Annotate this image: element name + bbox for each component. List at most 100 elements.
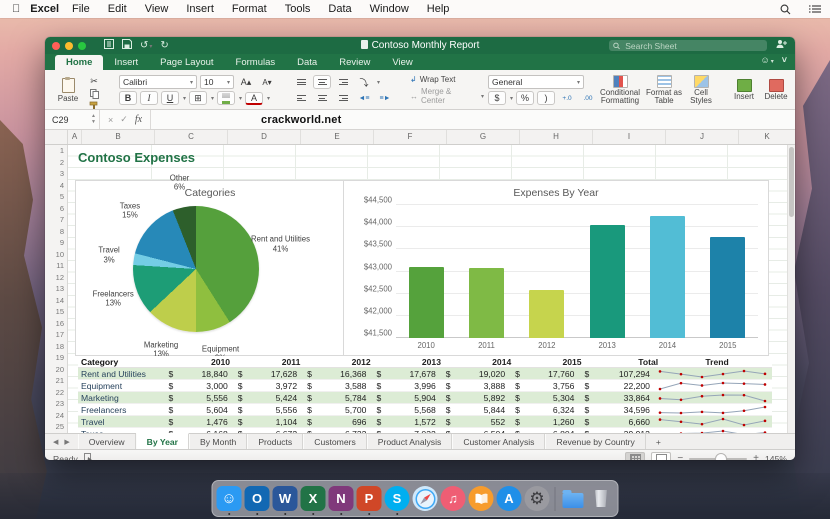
- fill-color-button[interactable]: [217, 91, 236, 105]
- dock-trash-icon[interactable]: [589, 486, 614, 511]
- row-header-16[interactable]: 16: [45, 318, 67, 330]
- insert-cells-button[interactable]: Insert: [728, 78, 760, 101]
- save-icon[interactable]: [122, 39, 132, 52]
- collapse-ribbon-icon[interactable]: ˅: [782, 55, 787, 65]
- insert-function-icon[interactable]: fx: [135, 114, 142, 125]
- dock-app-store-icon[interactable]: A: [496, 486, 522, 511]
- accounting-format-button[interactable]: $: [488, 91, 506, 105]
- ribbon-tab-insert[interactable]: Insert: [103, 55, 149, 70]
- column-header-A[interactable]: A: [68, 130, 82, 144]
- bold-button[interactable]: B: [119, 91, 137, 105]
- undo-button[interactable]: ↺▾: [140, 40, 152, 51]
- align-bottom-icon[interactable]: [334, 75, 352, 89]
- menu-item-window[interactable]: Window: [361, 3, 418, 15]
- delete-cells-button[interactable]: Delete: [760, 78, 792, 101]
- row-header-2[interactable]: 2: [45, 157, 67, 169]
- row-header-14[interactable]: 14: [45, 295, 67, 307]
- align-middle-icon[interactable]: [313, 75, 331, 89]
- dock-ibooks-icon[interactable]: [468, 486, 494, 511]
- ribbon-tab-view[interactable]: View: [381, 55, 423, 70]
- ribbon-tab-home[interactable]: Home: [55, 55, 104, 70]
- row-header-6[interactable]: 6: [45, 203, 67, 215]
- dock-downloads-folder-icon[interactable]: [561, 486, 586, 511]
- format-painter-icon[interactable]: [85, 100, 103, 111]
- column-header-B[interactable]: B: [82, 130, 155, 144]
- formula-input[interactable]: crackworld.net: [151, 110, 795, 129]
- dock-safari-icon[interactable]: [412, 486, 438, 511]
- column-header-C[interactable]: C: [155, 130, 228, 144]
- bar-2013[interactable]: [589, 224, 625, 338]
- table-row-rent-and-utilities[interactable]: Rent and Utilities $18,840 $17,628 $16,368 $…: [78, 368, 772, 380]
- copy-icon[interactable]: [85, 88, 103, 100]
- page-layout-view-button[interactable]: [651, 451, 672, 460]
- menu-item-format[interactable]: Format: [223, 3, 276, 15]
- name-box[interactable]: C29 ▲ ▼: [45, 110, 100, 129]
- add-sheet-button[interactable]: +: [646, 434, 671, 449]
- menu-item-insert[interactable]: Insert: [177, 3, 223, 15]
- menu-item-tools[interactable]: Tools: [276, 3, 320, 15]
- row-headers[interactable]: 1 2 3 4 5 6 7 8 9 10 11 12 13 14 15 16 17 18 19 20 21 22 23 24 2…: [45, 145, 68, 433]
- row-header-17[interactable]: 17: [45, 329, 67, 341]
- column-header-H[interactable]: H: [520, 130, 593, 144]
- next-sheet-arrow[interactable]: ▶: [64, 438, 69, 446]
- ribbon-tab-formulas[interactable]: Formulas: [225, 55, 287, 70]
- font-name-select[interactable]: Calibri ▾: [119, 75, 197, 89]
- cell-styles-button[interactable]: Cell Styles: [686, 74, 716, 106]
- underline-button[interactable]: U: [161, 91, 179, 105]
- align-top-icon[interactable]: [292, 75, 310, 89]
- sheet-tab-by-month[interactable]: By Month: [189, 434, 248, 449]
- row-header-5[interactable]: 5: [45, 191, 67, 203]
- zoom-slider-knob[interactable]: [715, 452, 728, 460]
- merge-center-button[interactable]: ↔ Merge & Center ▾: [410, 87, 484, 105]
- format-cells-button[interactable]: Format: [792, 79, 795, 101]
- sheet-tab-by-year[interactable]: By Year: [135, 433, 189, 449]
- decrease-indent-icon[interactable]: ◄≡: [355, 91, 373, 105]
- paste-button[interactable]: Paste: [53, 75, 83, 105]
- table-row-marketing[interactable]: Marketing $5,556 $5,424 $5,784 $5,904 $5,892 $…: [78, 392, 772, 404]
- row-header-20[interactable]: 20: [45, 364, 67, 376]
- column-header-D[interactable]: D: [228, 130, 301, 144]
- italic-button[interactable]: I: [140, 91, 158, 105]
- dock-finder-icon[interactable]: ☺: [216, 486, 242, 515]
- table-row-travel[interactable]: Travel $1,476 $1,104 $696 $1,572 $552 $1,260 $6…: [78, 416, 772, 428]
- column-header-G[interactable]: G: [447, 130, 520, 144]
- row-header-15[interactable]: 15: [45, 306, 67, 318]
- zoom-in-button[interactable]: +: [753, 453, 759, 460]
- dock-itunes-icon[interactable]: ♫: [440, 486, 466, 511]
- bar-2015[interactable]: [710, 236, 746, 338]
- sheet-tab-overview[interactable]: Overview: [77, 434, 136, 449]
- cancel-entry-icon[interactable]: ×: [108, 115, 113, 125]
- ribbon-tab-review[interactable]: Review: [328, 55, 381, 70]
- align-left-icon[interactable]: [292, 91, 310, 105]
- column-header-E[interactable]: E: [301, 130, 374, 144]
- row-header-24[interactable]: 24: [45, 410, 67, 422]
- sheet-tab-customer-analysis[interactable]: Customer Analysis: [452, 434, 546, 449]
- macro-record-icon[interactable]: [83, 452, 93, 460]
- row-header-1[interactable]: 1: [45, 145, 67, 157]
- column-header-I[interactable]: I: [593, 130, 666, 144]
- dock-excel-icon[interactable]: X: [300, 486, 326, 515]
- table-row-taxes[interactable]: Taxes$6,168$6,672$6,732$7,032$6,504$6,80…: [78, 428, 772, 433]
- column-header-K[interactable]: K: [739, 130, 795, 144]
- dock-onenote-icon[interactable]: N: [328, 486, 354, 515]
- orientation-icon[interactable]: ⤵: [355, 75, 373, 89]
- zoom-slider[interactable]: [689, 452, 748, 460]
- row-header-23[interactable]: 23: [45, 398, 67, 410]
- cut-icon[interactable]: ✂: [85, 75, 103, 88]
- comma-style-button[interactable]: ): [537, 91, 556, 105]
- bar-2011[interactable]: [469, 267, 504, 338]
- borders-button[interactable]: ⊞: [189, 91, 208, 105]
- window-title-bar[interactable]: ↺▾ ↻ Contoso Monthly Report: [45, 37, 795, 54]
- sheet-tab-revenue-by-country[interactable]: Revenue by Country: [545, 434, 646, 449]
- share-person-icon[interactable]: [775, 39, 787, 52]
- conditional-formatting-button[interactable]: Conditional Formatting: [598, 74, 642, 106]
- table-row-equipment[interactable]: Equipment $3,000 $3,972 $3,588 $3,996 $3,888 $…: [78, 380, 772, 392]
- zoom-out-button[interactable]: −: [677, 453, 683, 460]
- row-header-4[interactable]: 4: [45, 180, 67, 192]
- search-sheet-box[interactable]: [609, 39, 767, 52]
- row-header-3[interactable]: 3: [45, 168, 67, 180]
- confirm-entry-icon[interactable]: ✓: [120, 114, 128, 125]
- font-size-select[interactable]: 10 ▾: [200, 75, 234, 89]
- bar-2014[interactable]: [649, 215, 685, 338]
- notification-center-icon[interactable]: [809, 4, 821, 14]
